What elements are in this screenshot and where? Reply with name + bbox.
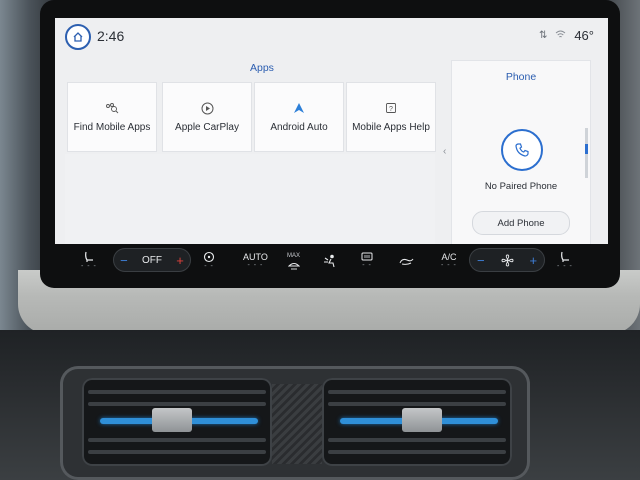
tile-label: Mobile Apps Help <box>352 122 430 133</box>
wifi-icon <box>555 30 566 42</box>
phone-button[interactable] <box>501 129 543 171</box>
android-auto-button[interactable]: Android Auto <box>254 82 344 152</box>
max-label: MAX <box>287 252 301 259</box>
ac-button[interactable]: A/C - - - <box>441 244 457 278</box>
infotainment-screen: 2:46 ⇅ 46° Apps Find Mobile Apps Apple C… <box>55 18 608 244</box>
scroll-indicator[interactable] <box>585 128 588 178</box>
vent-adjust-tab[interactable] <box>402 408 442 432</box>
fan-down-button[interactable]: − <box>477 253 485 268</box>
status-area: ⇅ 46° <box>539 28 594 43</box>
auto-climate-button[interactable]: AUTO - - - <box>243 244 268 278</box>
tile-label: Android Auto <box>270 122 328 133</box>
apple-carplay-button[interactable]: Apple CarPlay <box>162 82 252 152</box>
driver-temp-down-button[interactable]: − <box>120 253 128 268</box>
phone-icon <box>515 143 529 157</box>
mobile-apps-help-button[interactable]: ? Mobile Apps Help <box>346 82 436 152</box>
apps-title: Apps <box>250 62 274 74</box>
passenger-seat-heat-button[interactable]: - - - <box>557 244 573 278</box>
phone-panel: Phone No Paired Phone Add Phone <box>451 60 591 244</box>
driver-seat-heat-button[interactable]: - - - <box>81 244 97 278</box>
outside-temperature: 46° <box>574 28 594 43</box>
ac-label: A/C <box>441 252 457 262</box>
find-mobile-apps-button[interactable]: Find Mobile Apps <box>67 82 157 152</box>
find-apps-icon <box>105 101 119 115</box>
chevron-left-icon[interactable]: ‹ <box>443 146 446 157</box>
heated-steering-button[interactable]: - - <box>203 244 215 278</box>
help-icon: ? <box>385 101 397 115</box>
home-icon <box>73 32 83 42</box>
right-air-vent[interactable] <box>322 378 512 466</box>
fan-up-button[interactable]: + <box>529 253 537 268</box>
fan-icon <box>501 254 513 266</box>
air-vent-housing <box>60 366 530 480</box>
android-auto-icon <box>293 101 305 115</box>
vent-grille <box>272 384 322 464</box>
driver-temp-control: − OFF + <box>113 248 191 272</box>
defrost-icon <box>287 262 300 270</box>
apps-empty-area <box>65 154 435 244</box>
tile-label: Find Mobile Apps <box>73 122 151 133</box>
clock: 2:46 <box>97 28 125 44</box>
seat-heat-icon <box>561 251 569 262</box>
vent-adjust-tab[interactable] <box>152 408 192 432</box>
airflow-mode-button[interactable] <box>323 244 339 278</box>
steering-heat-icon <box>203 251 215 263</box>
rear-defrost-icon <box>361 252 373 261</box>
svg-text:?: ? <box>389 106 393 113</box>
auto-label: AUTO <box>243 252 268 262</box>
driver-temp-up-button[interactable]: + <box>176 253 184 268</box>
carplay-icon <box>201 101 214 115</box>
phone-title: Phone <box>505 71 537 83</box>
left-air-vent[interactable] <box>82 378 272 466</box>
recirculation-icon <box>399 258 414 265</box>
max-defrost-button[interactable]: MAX <box>287 244 300 278</box>
recirculation-button[interactable] <box>399 244 415 278</box>
no-paired-phone-text: No Paired Phone <box>484 181 558 192</box>
home-button[interactable] <box>65 24 91 50</box>
fan-speed-control: − + <box>469 248 545 272</box>
data-transfer-icon: ⇅ <box>538 30 548 41</box>
rear-defrost-button[interactable]: - - <box>361 244 373 278</box>
seat-heat-icon <box>85 251 93 262</box>
tile-label: Apple CarPlay <box>175 122 239 133</box>
climate-control-bar: - - - − OFF + - - AUTO - - - MAX - - A/C… <box>55 244 608 278</box>
driver-temp-value: OFF <box>141 254 162 266</box>
add-phone-button[interactable]: Add Phone <box>472 211 570 235</box>
airflow-seat-icon <box>324 254 335 268</box>
